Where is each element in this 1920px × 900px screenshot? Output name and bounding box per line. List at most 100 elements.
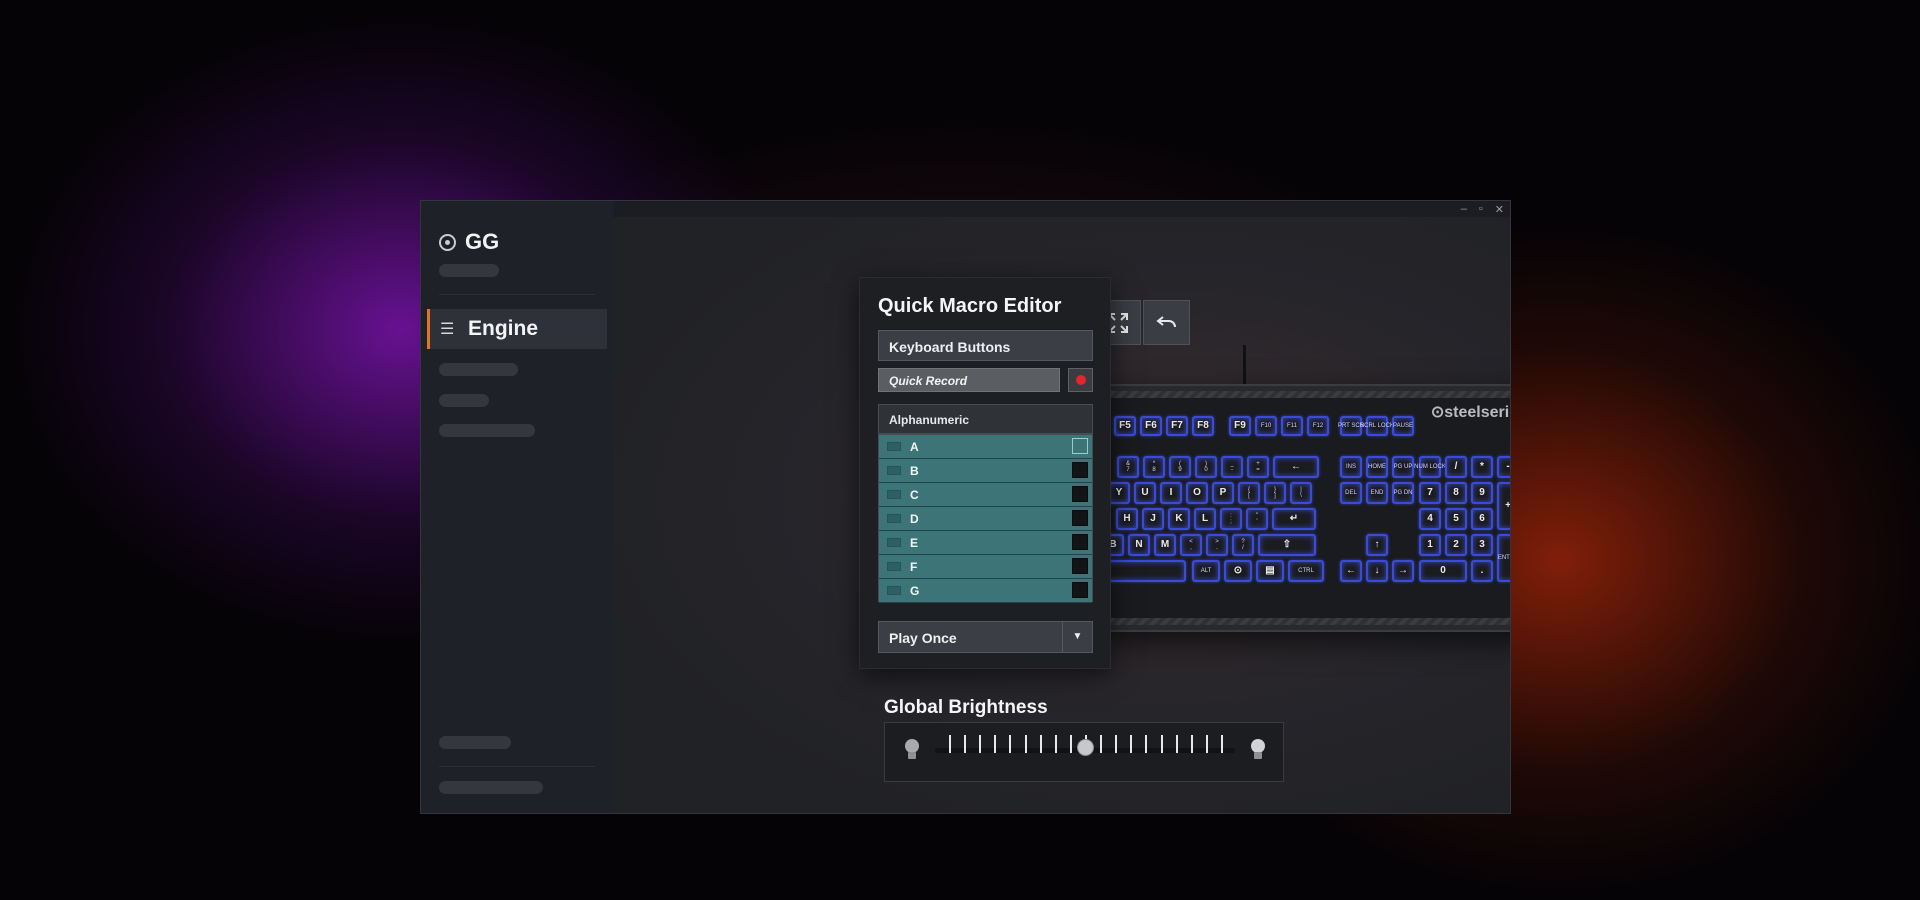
keyboard-key[interactable]: PAUSE — [1392, 416, 1414, 436]
keyboard-key[interactable]: → — [1392, 560, 1414, 582]
keyboard-key[interactable]: PRT SCR — [1338, 416, 1364, 436]
section-header-alphanumeric[interactable]: Alphanumeric — [878, 404, 1093, 434]
keyboard-key[interactable]: + — [1497, 482, 1510, 530]
list-item[interactable]: E — [879, 531, 1092, 555]
keyboard-key[interactable]: ← — [1340, 560, 1362, 582]
keyboard-key[interactable]: ? / — [1232, 534, 1254, 556]
keyboard-key[interactable]: U — [1134, 482, 1156, 504]
keyboard-key[interactable]: ↑ — [1366, 534, 1388, 556]
undo-tool-button[interactable] — [1143, 300, 1190, 345]
keyboard-key[interactable]: < , — [1180, 534, 1202, 556]
keyboard-key[interactable]: 8 — [1445, 482, 1467, 504]
keyboard-key[interactable]: 5 — [1445, 508, 1467, 530]
keyboard-key[interactable]: ⇧ — [1258, 534, 1316, 556]
keyboard-key[interactable]: 4 — [1419, 508, 1441, 530]
keyboard-key[interactable]: 2 — [1445, 534, 1467, 556]
spacebar-key[interactable] — [1102, 560, 1186, 582]
keyboard-key[interactable]: P — [1212, 482, 1234, 504]
record-button[interactable] — [1068, 368, 1093, 392]
close-button[interactable]: ✕ — [1495, 203, 1504, 216]
keyboard-key[interactable]: K — [1168, 508, 1190, 530]
keyboard-key[interactable]: PG DN — [1392, 482, 1414, 504]
sidebar-placeholder-item[interactable] — [439, 394, 489, 407]
keyboard-key[interactable]: 6 — [1471, 508, 1493, 530]
keyboard-key[interactable]: { [ — [1238, 482, 1260, 504]
list-item[interactable]: B — [879, 459, 1092, 483]
drag-handle-icon[interactable] — [887, 514, 901, 523]
keyboard-key[interactable]: / — [1445, 456, 1467, 478]
keyboard-key[interactable]: END — [1366, 482, 1388, 504]
keyboard-preview[interactable]: ⊙steelseries F5F6F7F8 F9F10F11F12 PRT SCRS… — [1098, 384, 1510, 632]
keyboard-key[interactable]: ENTER — [1497, 534, 1510, 582]
chevron-down-icon[interactable]: ▼ — [1062, 622, 1092, 652]
brand[interactable]: GG — [439, 229, 499, 255]
keyboard-key[interactable]: F10 — [1255, 416, 1277, 436]
key-checkbox[interactable] — [1072, 582, 1088, 598]
keyboard-key[interactable]: . — [1471, 560, 1493, 582]
playback-mode-select[interactable]: Play Once ▼ — [878, 621, 1093, 653]
keyboard-key[interactable]: INS — [1340, 456, 1362, 478]
keyboard-key[interactable]: > . — [1206, 534, 1228, 556]
drag-handle-icon[interactable] — [887, 586, 901, 595]
keyboard-key[interactable]: ) 0 — [1195, 456, 1217, 478]
drag-handle-icon[interactable] — [887, 442, 901, 451]
keyboard-key[interactable]: ALT — [1192, 560, 1220, 582]
keyboard-key[interactable]: * 8 — [1143, 456, 1165, 478]
keyboard-key[interactable]: 9 — [1471, 482, 1493, 504]
list-item[interactable]: F — [879, 555, 1092, 579]
sidebar-placeholder-item[interactable] — [439, 781, 543, 794]
keyboard-key[interactable]: | \ — [1290, 482, 1312, 504]
keyboard-key[interactable]: SCRL LOCK — [1360, 416, 1394, 436]
sidebar-placeholder-item[interactable] — [439, 264, 499, 277]
keyboard-key[interactable]: J — [1142, 508, 1164, 530]
key-checkbox[interactable] — [1072, 438, 1088, 454]
key-checkbox[interactable] — [1072, 534, 1088, 550]
keyboard-key[interactable]: ( 9 — [1169, 456, 1191, 478]
keyboard-key[interactable]: F8 — [1192, 416, 1214, 436]
keyboard-key[interactable]: I — [1160, 482, 1182, 504]
key-checkbox[interactable] — [1072, 558, 1088, 574]
keyboard-key[interactable]: F11 — [1281, 416, 1303, 436]
keyboard-key[interactable]: F6 — [1140, 416, 1162, 436]
keyboard-key[interactable]: PG UP — [1392, 456, 1414, 478]
keyboard-key[interactable]: ← — [1273, 456, 1319, 478]
keyboard-key[interactable]: ⊙ — [1224, 560, 1252, 582]
list-item[interactable]: D — [879, 507, 1092, 531]
keyboard-key[interactable]: ↓ — [1366, 560, 1388, 582]
keyboard-key[interactable]: F9 — [1229, 416, 1251, 436]
key-list[interactable]: A B C D E F G — [878, 434, 1093, 603]
keyboard-key[interactable]: 7 — [1419, 482, 1441, 504]
keyboard-key[interactable]: L — [1194, 508, 1216, 530]
category-select[interactable]: Keyboard Buttons — [878, 330, 1093, 361]
keyboard-key[interactable]: _ - — [1221, 456, 1243, 478]
keyboard-key[interactable]: & 7 — [1117, 456, 1139, 478]
keyboard-key[interactable]: H — [1116, 508, 1138, 530]
keyboard-key[interactable]: DEL — [1340, 482, 1362, 504]
key-checkbox[interactable] — [1072, 462, 1088, 478]
keyboard-key[interactable]: ↵ — [1272, 508, 1316, 530]
keyboard-key[interactable]: F5 — [1114, 416, 1136, 436]
keyboard-key[interactable]: 0 — [1419, 560, 1467, 582]
list-item[interactable]: G — [879, 579, 1092, 603]
drag-handle-icon[interactable] — [887, 562, 901, 571]
drag-handle-icon[interactable] — [887, 538, 901, 547]
keyboard-key[interactable]: 1 — [1419, 534, 1441, 556]
keyboard-key[interactable]: HOME — [1366, 456, 1388, 478]
key-checkbox[interactable] — [1072, 510, 1088, 526]
sidebar-placeholder-item[interactable] — [439, 424, 535, 437]
keyboard-key[interactable]: 3 — [1471, 534, 1493, 556]
keyboard-key[interactable]: * — [1471, 456, 1493, 478]
sidebar-placeholder-item[interactable] — [439, 736, 511, 749]
keyboard-key[interactable]: F12 — [1307, 416, 1329, 436]
brightness-slider-thumb[interactable] — [1077, 739, 1094, 756]
keyboard-key[interactable]: " ' — [1246, 508, 1268, 530]
keyboard-key[interactable]: : ; — [1220, 508, 1242, 530]
quick-record-field[interactable]: Quick Record — [878, 368, 1060, 392]
keyboard-key[interactable]: F7 — [1166, 416, 1188, 436]
drag-handle-icon[interactable] — [887, 466, 901, 475]
drag-handle-icon[interactable] — [887, 490, 901, 499]
list-item[interactable]: A — [879, 435, 1092, 459]
keyboard-key[interactable]: M — [1154, 534, 1176, 556]
keyboard-key[interactable]: N — [1128, 534, 1150, 556]
minimize-button[interactable]: – — [1461, 203, 1467, 216]
